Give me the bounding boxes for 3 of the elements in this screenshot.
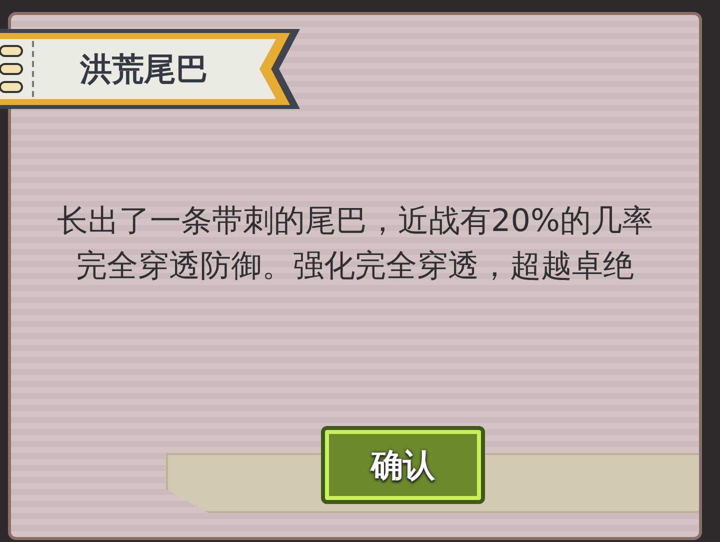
dialog-title: 洪荒尾巴 [80,49,208,90]
description-text: 长出了一条带刺的尾巴，近战有20%的几率完全穿透防御。强化完全穿透，超越卓绝 [56,202,654,286]
confirm-button[interactable]: 确认 [321,426,485,504]
